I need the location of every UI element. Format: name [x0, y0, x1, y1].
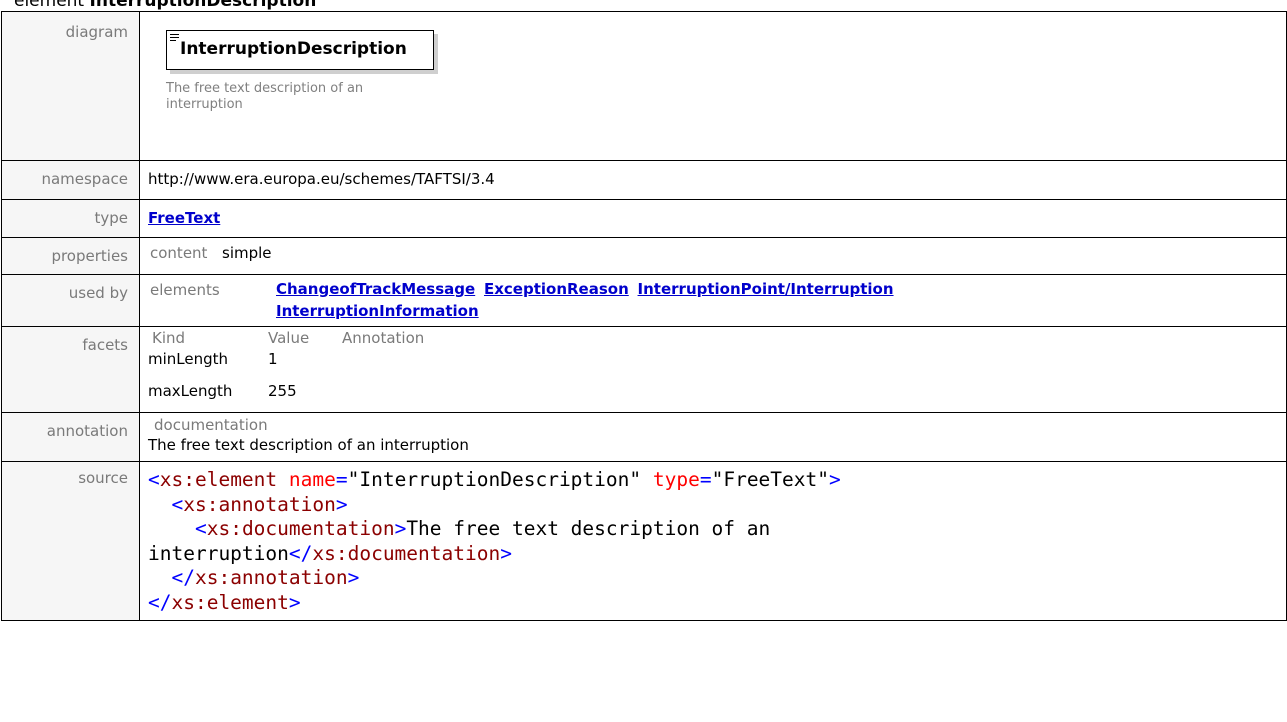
used-by-link[interactable]: ChangeofTrackMessage [276, 280, 475, 298]
used-by-link[interactable]: ExceptionReason [484, 280, 629, 298]
diagram: InterruptionDescription The free text de… [140, 12, 1286, 160]
facet-value: 1 [268, 350, 278, 368]
page-heading: element InterruptionDescription [14, 0, 316, 11]
used-by-elements-label: elements [150, 281, 220, 299]
label-facets: facets [82, 336, 128, 354]
row-annotation: annotation documentation The free text d… [1, 412, 1287, 462]
row-used-by: used by elements ChangeofTrackMessage Ex… [1, 274, 1287, 327]
label-annotation: annotation [46, 422, 128, 440]
diagram-element-box[interactable]: InterruptionDescription [166, 30, 434, 70]
row-type: type FreeText [1, 199, 1287, 238]
row-facets: facets Kind Value Annotation minLength 1… [1, 326, 1287, 413]
element-doc-table: diagram InterruptionDescription The free… [1, 11, 1287, 621]
heading-prefix: element [14, 0, 85, 11]
source-code: <xs:element name="InterruptionDescriptio… [148, 468, 841, 614]
facet-row: maxLength 255 [148, 382, 1286, 401]
label-properties: properties [51, 247, 128, 265]
facet-kind: maxLength [148, 382, 233, 400]
row-namespace: namespace http://www.era.europa.eu/schem… [1, 160, 1287, 200]
annotation-text: The free text description of an interrup… [148, 436, 469, 454]
namespace-value: http://www.era.europa.eu/schemes/TAFTSI/… [148, 170, 495, 188]
annotation-documentation-label: documentation [154, 416, 268, 434]
label-source: source [78, 469, 128, 487]
used-by-links: ChangeofTrackMessage ExceptionReason Int… [276, 278, 1056, 322]
element-content-icon [170, 34, 179, 43]
label-diagram: diagram [65, 23, 128, 41]
type-link[interactable]: FreeText [148, 209, 220, 227]
heading-name: InterruptionDescription [89, 0, 317, 11]
properties-content-label: content [150, 244, 208, 262]
used-by-link[interactable]: InterruptionInformation [276, 302, 479, 320]
used-by-link[interactable]: InterruptionPoint/Interruption [638, 280, 894, 298]
row-source: source <xs:element name="InterruptionDes… [1, 461, 1287, 621]
label-namespace: namespace [41, 170, 128, 188]
label-type: type [94, 209, 128, 227]
row-properties: properties content simple [1, 237, 1287, 275]
facets-header-annotation: Annotation [342, 329, 425, 347]
facet-kind: minLength [148, 350, 229, 368]
facets-header: Kind Value Annotation [148, 327, 1286, 348]
facets-header-value: Value [268, 329, 310, 347]
properties-content-value: simple [222, 244, 272, 262]
facet-value: 255 [268, 382, 297, 400]
facets-header-kind: Kind [152, 329, 186, 347]
diagram-element-name: InterruptionDescription [180, 39, 407, 59]
facet-row: minLength 1 [148, 350, 1286, 369]
diagram-documentation: The free text description of an interrup… [166, 81, 364, 112]
row-diagram: diagram InterruptionDescription The free… [1, 11, 1287, 161]
label-used-by: used by [68, 284, 128, 302]
